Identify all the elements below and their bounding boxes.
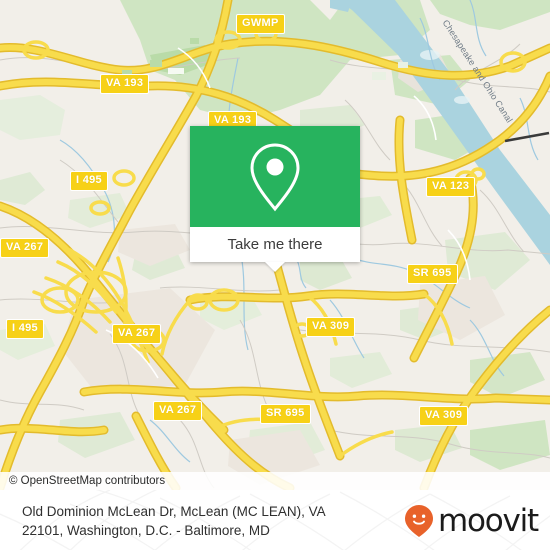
take-me-there-label: Take me there: [227, 236, 323, 253]
road-shield: VA 267: [112, 324, 162, 344]
moovit-wordmark: moovit: [437, 502, 539, 539]
map-screenshot: Chesapeake and Ohio Canal GWMP VA 193 VA 1…: [0, 0, 550, 550]
popup-header: [190, 126, 360, 227]
take-me-there-button[interactable]: Take me there: [190, 227, 360, 262]
footer-bar: Old Dominion McLean Dr, McLean (MC LEAN)…: [0, 490, 550, 550]
osm-attribution-text[interactable]: © OpenStreetMap contributors: [0, 475, 165, 487]
road-shield: I 495: [6, 319, 44, 339]
road-shield: VA 123: [426, 177, 476, 197]
location-caption: Old Dominion McLean Dr, McLean (MC LEAN)…: [22, 502, 352, 540]
road-shield: VA 309: [419, 406, 469, 426]
popup-pointer: [265, 262, 285, 272]
road-shield: VA 193: [100, 74, 150, 94]
road-shield: I 495: [70, 171, 108, 191]
osm-attribution-bar: © OpenStreetMap contributors: [0, 472, 550, 490]
road-shield: GWMP: [236, 14, 285, 34]
caption-line-1: Old Dominion McLean Dr, McLean (MC LEAN)…: [22, 504, 326, 519]
road-shield: VA 309: [306, 317, 356, 337]
moovit-pin-icon: [404, 505, 433, 537]
road-shield: VA 267: [153, 401, 203, 421]
road-shield: SR 695: [407, 264, 458, 284]
caption-line-2: 22101, Washington, D.C. - Baltimore, MD: [22, 523, 270, 538]
map-canvas[interactable]: Chesapeake and Ohio Canal GWMP VA 193 VA 1…: [0, 0, 550, 490]
map-pin-icon: [250, 142, 300, 211]
road-shield: VA 267: [0, 238, 50, 258]
moovit-logo[interactable]: moovit: [404, 502, 539, 539]
location-popup[interactable]: Take me there: [190, 126, 360, 272]
road-shield: SR 695: [260, 404, 311, 424]
